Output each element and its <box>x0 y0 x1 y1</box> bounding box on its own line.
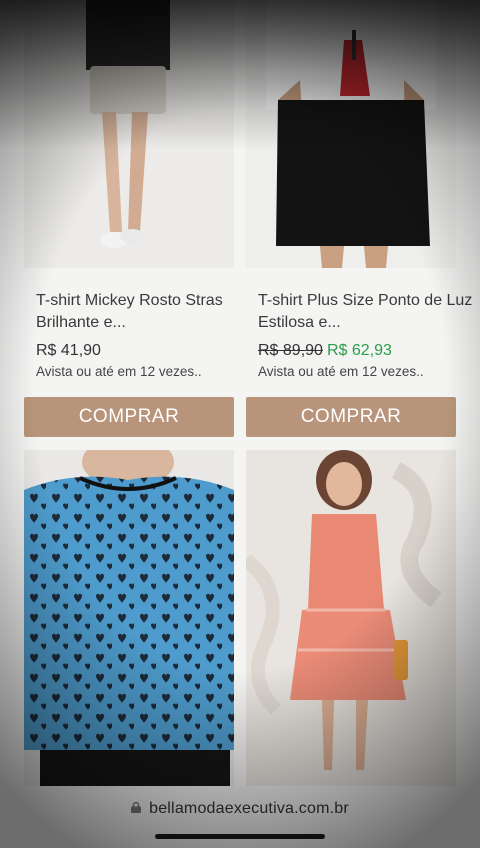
buy-button[interactable]: COMPRAR <box>246 397 456 437</box>
product-price: R$ 41,90 <box>36 342 101 360</box>
sale-price: R$ 62,93 <box>326 342 392 359</box>
address-field[interactable]: bellamodaexecutiva.com.br <box>0 800 480 818</box>
product-title[interactable]: T-shirt Mickey Rosto Stras Brilhante e..… <box>36 290 251 334</box>
installments-text: Avista ou até em 12 vezes.. <box>258 364 424 379</box>
price-value: R$ 41,90 <box>36 342 101 359</box>
installments-text: Avista ou até em 12 vezes.. <box>36 364 202 379</box>
product-image-coral-floral-dress[interactable] <box>246 450 456 786</box>
product-image-tshirt-plus-size[interactable] <box>246 0 456 268</box>
home-indicator[interactable] <box>155 834 325 839</box>
product-price: R$ 89,90 R$ 62,93 <box>258 342 392 360</box>
product-title[interactable]: T-shirt Plus Size Ponto de Luz Estilosa … <box>258 290 473 334</box>
product-image-heart-print-blouse[interactable] <box>24 450 234 786</box>
old-price: R$ 89,90 <box>258 342 323 359</box>
product-grid-page: T-shirt Mickey Rosto Stras Brilhante e..… <box>0 0 480 848</box>
url-text: bellamodaexecutiva.com.br <box>149 800 349 817</box>
lock-icon <box>131 802 142 813</box>
product-image-tshirt-mickey[interactable] <box>24 0 234 268</box>
buy-button[interactable]: COMPRAR <box>24 397 234 437</box>
